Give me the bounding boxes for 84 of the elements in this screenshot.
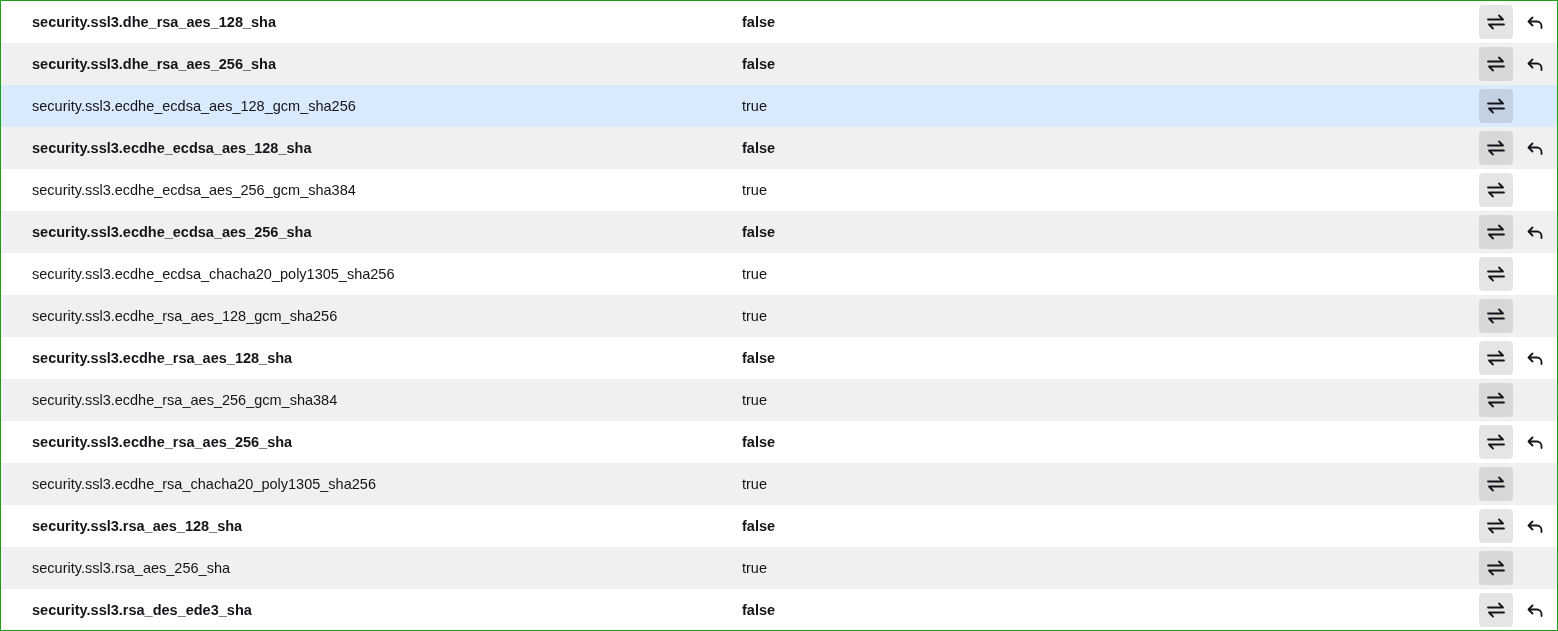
- reset-button[interactable]: [1527, 351, 1543, 365]
- toggle-button[interactable]: [1479, 47, 1513, 81]
- preference-value: false: [742, 434, 776, 450]
- swap-arrows-icon: [1487, 14, 1505, 30]
- preference-name: security.ssl3.ecdhe_ecdsa_chacha20_poly1305_sha256: [32, 266, 395, 282]
- preference-value: false: [742, 518, 776, 534]
- preference-row[interactable]: security.ssl3.ecdhe_rsa_aes_256_gcm_sha384 true: [1, 379, 1557, 421]
- undo-arrow-icon: [1527, 141, 1543, 155]
- preference-value: false: [742, 14, 776, 30]
- swap-arrows-icon: [1487, 182, 1505, 198]
- preference-value: true: [742, 98, 767, 114]
- preference-name: security.ssl3.rsa_aes_256_sha: [32, 560, 230, 576]
- preference-name: security.ssl3.ecdhe_ecdsa_aes_256_sha: [32, 224, 312, 240]
- preference-name: security.ssl3.rsa_des_ede3_sha: [32, 602, 252, 618]
- preference-row[interactable]: security.ssl3.ecdhe_ecdsa_aes_128_sha false: [1, 127, 1557, 169]
- preference-row[interactable]: security.ssl3.ecdhe_rsa_chacha20_poly1305_sha256 true: [1, 463, 1557, 505]
- swap-arrows-icon: [1487, 476, 1505, 492]
- swap-arrows-icon: [1487, 140, 1505, 156]
- toggle-button[interactable]: [1479, 383, 1513, 417]
- reset-button[interactable]: [1527, 435, 1543, 449]
- undo-arrow-icon: [1527, 57, 1543, 71]
- swap-arrows-icon: [1487, 392, 1505, 408]
- preference-name: security.ssl3.ecdhe_ecdsa_aes_256_gcm_sha384: [32, 182, 356, 198]
- preference-name: security.ssl3.dhe_rsa_aes_128_sha: [32, 14, 276, 30]
- toggle-button[interactable]: [1479, 593, 1513, 627]
- preference-value: true: [742, 182, 767, 198]
- preference-name: security.ssl3.dhe_rsa_aes_256_sha: [32, 56, 276, 72]
- preference-value: true: [742, 560, 767, 576]
- toggle-button[interactable]: [1479, 131, 1513, 165]
- swap-arrows-icon: [1487, 434, 1505, 450]
- swap-arrows-icon: [1487, 224, 1505, 240]
- undo-arrow-icon: [1527, 15, 1543, 29]
- preference-row[interactable]: security.ssl3.ecdhe_rsa_aes_128_gcm_sha256 true: [1, 295, 1557, 337]
- undo-arrow-icon: [1527, 351, 1543, 365]
- preference-name: security.ssl3.rsa_aes_128_sha: [32, 518, 243, 534]
- reset-button[interactable]: [1527, 141, 1543, 155]
- toggle-button[interactable]: [1479, 173, 1513, 207]
- swap-arrows-icon: [1487, 308, 1505, 324]
- preference-name: security.ssl3.ecdhe_ecdsa_aes_128_gcm_sha256: [32, 98, 356, 114]
- preference-value: true: [742, 266, 767, 282]
- preference-value: true: [742, 308, 767, 324]
- preference-name: security.ssl3.ecdhe_rsa_chacha20_poly1305_sha256: [32, 476, 376, 492]
- swap-arrows-icon: [1487, 56, 1505, 72]
- preference-name: security.ssl3.ecdhe_rsa_aes_256_gcm_sha384: [32, 392, 338, 408]
- undo-arrow-icon: [1527, 435, 1543, 449]
- preference-row[interactable]: security.ssl3.ecdhe_ecdsa_aes_256_sha false: [1, 211, 1557, 253]
- swap-arrows-icon: [1487, 98, 1505, 114]
- preference-name: security.ssl3.ecdhe_rsa_aes_128_sha: [32, 350, 293, 366]
- swap-arrows-icon: [1487, 560, 1505, 576]
- swap-arrows-icon: [1487, 350, 1505, 366]
- undo-arrow-icon: [1527, 225, 1543, 239]
- preference-value: false: [742, 350, 776, 366]
- toggle-button[interactable]: [1479, 89, 1513, 123]
- toggle-button[interactable]: [1479, 5, 1513, 39]
- preference-name: security.ssl3.ecdhe_rsa_aes_128_gcm_sha256: [32, 308, 338, 324]
- reset-button[interactable]: [1527, 519, 1543, 533]
- preference-value: false: [742, 224, 776, 240]
- preference-value: false: [742, 140, 776, 156]
- preference-row[interactable]: security.ssl3.rsa_aes_256_sha true: [1, 547, 1557, 589]
- reset-button[interactable]: [1527, 57, 1543, 71]
- undo-arrow-icon: [1527, 603, 1543, 617]
- toggle-button[interactable]: [1479, 467, 1513, 501]
- preference-value: true: [742, 392, 767, 408]
- swap-arrows-icon: [1487, 518, 1505, 534]
- preference-row[interactable]: security.ssl3.ecdhe_ecdsa_aes_128_gcm_sha256 true: [1, 85, 1557, 127]
- toggle-button[interactable]: [1479, 215, 1513, 249]
- preference-row[interactable]: security.ssl3.dhe_rsa_aes_256_sha false: [1, 43, 1557, 85]
- toggle-button[interactable]: [1479, 257, 1513, 291]
- reset-button[interactable]: [1527, 225, 1543, 239]
- preference-name: security.ssl3.ecdhe_ecdsa_aes_128_sha: [32, 140, 312, 156]
- preference-value: true: [742, 476, 767, 492]
- undo-arrow-icon: [1527, 519, 1543, 533]
- swap-arrows-icon: [1487, 602, 1505, 618]
- reset-button[interactable]: [1527, 15, 1543, 29]
- preference-value: false: [742, 602, 776, 618]
- swap-arrows-icon: [1487, 266, 1505, 282]
- toggle-button[interactable]: [1479, 425, 1513, 459]
- toggle-button[interactable]: [1479, 341, 1513, 375]
- toggle-button[interactable]: [1479, 509, 1513, 543]
- toggle-button[interactable]: [1479, 299, 1513, 333]
- preference-name: security.ssl3.ecdhe_rsa_aes_256_sha: [32, 434, 293, 450]
- preference-value: false: [742, 56, 776, 72]
- toggle-button[interactable]: [1479, 551, 1513, 585]
- reset-button[interactable]: [1527, 603, 1543, 617]
